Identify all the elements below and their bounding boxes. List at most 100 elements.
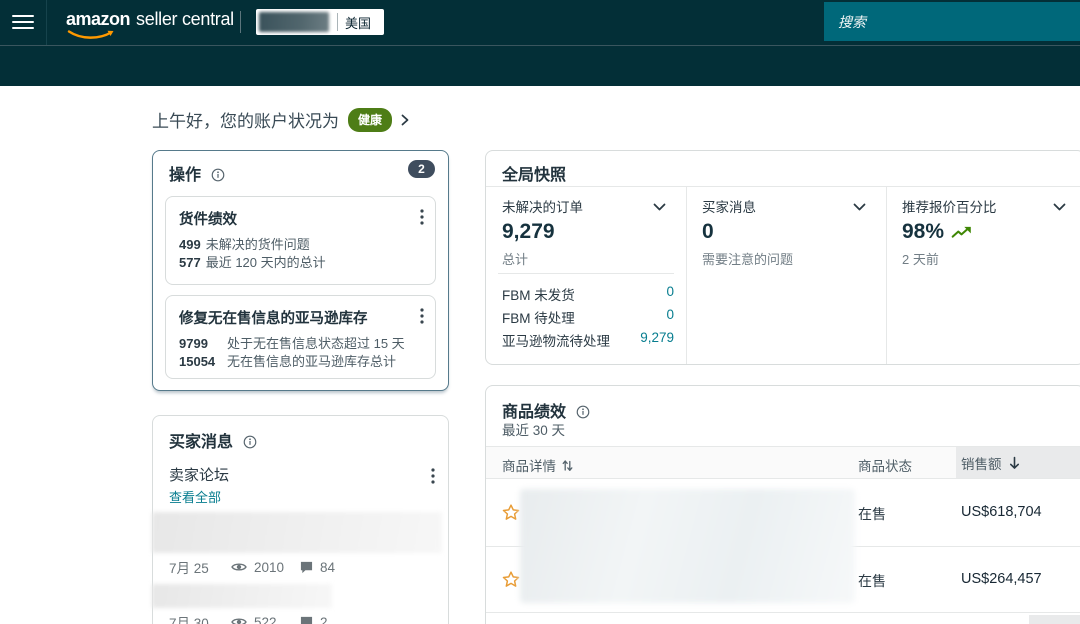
post-comments: 2 xyxy=(320,615,328,624)
metric-value-text: 98% xyxy=(902,220,944,244)
stat-value: 15054 xyxy=(179,353,222,371)
info-icon[interactable] xyxy=(576,405,590,424)
messages-card-header: 买家消息 xyxy=(169,428,257,454)
metric-sublabel: 需要注意的问题 xyxy=(702,249,793,268)
view-all-link[interactable]: 查看全部 xyxy=(169,487,221,506)
comment-icon xyxy=(300,616,313,624)
star-icon[interactable] xyxy=(502,571,520,593)
metric-label: 买家消息 xyxy=(702,196,756,216)
chevron-down-icon[interactable] xyxy=(853,198,866,216)
fbm-row: 亚马逊物流待处理 9,279 xyxy=(502,330,674,350)
column-label: 商品详情 xyxy=(502,455,556,475)
logo-seller-central-text: seller central xyxy=(136,9,234,30)
amazon-smile-icon xyxy=(67,27,115,45)
metric-label: 推荐报价百分比 xyxy=(902,196,997,216)
actions-count-badge: 2 xyxy=(408,160,435,178)
post-comments: 84 xyxy=(320,560,335,575)
topbar-divider xyxy=(46,0,47,45)
product-status: 在售 xyxy=(858,571,886,591)
account-selector[interactable]: 美国 xyxy=(256,9,384,35)
stat-line: 577最近 120 天内的总计 xyxy=(179,254,422,272)
seller-central-dashboard: amazon seller central 美国 添加商品 卖家大学 上午好，您… xyxy=(0,0,1080,624)
stat-value: 499 xyxy=(179,236,201,254)
forum-post-blurred[interactable] xyxy=(152,512,442,553)
kebab-menu-icon[interactable] xyxy=(420,209,424,230)
table-header: 商品详情 商品状态 销售额 xyxy=(486,446,1080,479)
stat-line: 499 未解决的货件问题 xyxy=(179,236,422,254)
fbm-value[interactable]: 0 xyxy=(666,307,674,327)
metric-value: 98% xyxy=(902,220,972,244)
trend-up-icon xyxy=(951,226,972,239)
account-health-badge[interactable]: 健康 xyxy=(348,108,392,132)
column-header-product-status[interactable]: 商品状态 xyxy=(858,455,912,475)
search-input[interactable] xyxy=(824,2,1080,41)
kebab-menu-icon[interactable] xyxy=(431,468,435,489)
metric-value: 0 xyxy=(702,220,714,244)
fbm-label: 亚马逊物流待处理 xyxy=(502,330,610,350)
product-sales: US$264,457 xyxy=(961,571,1042,587)
marketplace-label: 美国 xyxy=(345,13,371,32)
nav-item-add-products[interactable]: 添加商品 xyxy=(64,105,120,125)
action-item-title: 修复无在售信息的亚马逊库存 xyxy=(179,307,422,328)
menu-icon[interactable] xyxy=(12,14,38,30)
fbm-value[interactable]: 0 xyxy=(666,284,674,304)
action-item-shipment-performance[interactable]: 货件绩效 499未解决的货件问题 577最近 120 天内的总计 xyxy=(165,196,436,285)
fbm-value[interactable]: 9,279 xyxy=(640,330,674,350)
sort-down-icon xyxy=(1008,456,1021,470)
chevron-down-icon[interactable] xyxy=(653,198,666,216)
post-date: 7月 30 xyxy=(169,612,231,624)
sales-column-partial-cell xyxy=(1029,615,1080,624)
stat-label: 无在售信息的亚马逊库存总计 xyxy=(227,354,396,369)
kebab-menu-icon[interactable] xyxy=(420,308,424,329)
sort-updown-icon xyxy=(562,459,573,472)
column-label: 销售额 xyxy=(961,453,1002,473)
top-navbar: amazon seller central 美国 xyxy=(0,0,1080,45)
bookmark-icon[interactable] xyxy=(18,104,30,124)
fbm-row: FBM 待处理 0 xyxy=(502,307,674,327)
account-name-blurred xyxy=(259,12,329,32)
greeting-text: 上午好，您的账户状况为 xyxy=(152,107,339,132)
actions-card: 操作 2 货件绩效 499未解决的货件问题 577最近 120 天内的总计 修复… xyxy=(152,150,449,391)
forum-post-meta: 7月 25 2010 84 xyxy=(169,557,335,577)
greeting-row: 上午好，您的账户状况为 健康 xyxy=(152,107,409,132)
metric-featured-offer: 推荐报价百分比 98% 2 天前 xyxy=(886,187,1080,364)
performance-subtitle: 最近 30 天 xyxy=(502,419,565,439)
forum-post-blurred[interactable] xyxy=(152,584,332,608)
metric-sublabel: 总计 xyxy=(502,249,528,268)
action-item-fix-inactive-inventory[interactable]: 修复无在售信息的亚马逊库存 9799 处于无在售信息状态超过 15 天 15054… xyxy=(165,295,436,379)
buyer-messages-card: 买家消息 卖家论坛 查看全部 7月 25 2010 84 7月 30 xyxy=(152,415,449,624)
stat-value: 577 xyxy=(179,254,201,272)
logo-divider xyxy=(240,11,241,33)
info-icon[interactable] xyxy=(211,168,225,187)
metric-value: 9,279 xyxy=(502,220,555,244)
info-icon[interactable] xyxy=(243,435,257,454)
stat-line: 15054 无在售信息的亚马逊库存总计 xyxy=(179,353,422,371)
metric-buyer-messages: 买家消息 0 需要注意的问题 xyxy=(686,187,886,364)
fbm-label: FBM 待处理 xyxy=(502,307,575,327)
star-icon[interactable] xyxy=(502,504,520,526)
forum-post-meta: 7月 30 522 2 xyxy=(169,612,328,624)
eye-icon xyxy=(231,616,247,624)
product-details-blurred[interactable] xyxy=(520,489,855,603)
stat-value: 9799 xyxy=(179,335,222,353)
global-snapshot-card: 全局快照 未解决的订单 9,279 总计 FBM 未发货 0 FBM 待处理 0… xyxy=(485,150,1080,365)
column-header-product-details[interactable]: 商品详情 xyxy=(502,455,573,475)
messages-title: 买家消息 xyxy=(169,434,233,451)
sub-navbar: 添加商品 卖家大学 xyxy=(0,46,1080,86)
stat-label: 处于无在售信息状态超过 15 天 xyxy=(227,336,405,351)
post-date: 7月 25 xyxy=(169,557,231,577)
chevron-right-icon[interactable] xyxy=(401,114,409,126)
column-header-sales[interactable]: 销售额 xyxy=(956,447,1080,478)
seller-forums-title: 卖家论坛 xyxy=(169,464,229,485)
post-views: 522 xyxy=(254,615,300,624)
metric-divider xyxy=(498,273,674,274)
snapshot-title: 全局快照 xyxy=(502,161,566,185)
stat-label: 未解决的货件问题 xyxy=(206,237,310,252)
product-performance-card: 商品绩效 最近 30 天 商品详情 商品状态 销售额 xyxy=(485,385,1080,624)
stat-line: 9799 处于无在售信息状态超过 15 天 xyxy=(179,335,422,353)
actions-title: 操作 xyxy=(169,167,201,184)
post-views: 2010 xyxy=(254,560,300,575)
chevron-down-icon[interactable] xyxy=(1053,198,1066,216)
fbm-label: FBM 未发货 xyxy=(502,284,575,304)
metric-sublabel: 2 天前 xyxy=(902,249,939,268)
